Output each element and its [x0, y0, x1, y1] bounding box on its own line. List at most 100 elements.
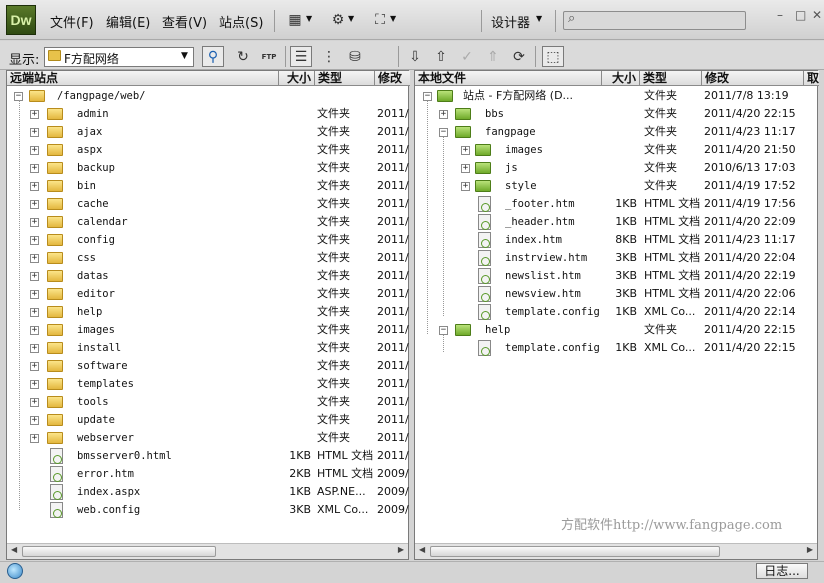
extend-dropdown-arrow-icon[interactable]: ▼	[348, 14, 354, 23]
remote-horizontal-scrollbar[interactable]: ◀ ▶	[7, 543, 408, 559]
remote-site-pane[interactable]: 远端站点 大小 类型 修改 −/fangpage/web/ + admin 文件夹 20…	[6, 70, 410, 560]
expand-icon[interactable]: +	[30, 200, 39, 209]
tree-folder-row[interactable]: + update 文件夹 2011/	[7, 411, 409, 429]
tree-file-row[interactable]: error.htm 2KB HTML 文档 2009/	[7, 465, 409, 483]
layout-icon[interactable]: ▦	[284, 10, 306, 30]
tree-file-row[interactable]: index.aspx 1KB ASP.NE... 2009/	[7, 483, 409, 501]
tree-folder-row[interactable]: + backup 文件夹 2011/	[7, 159, 409, 177]
collapse-icon[interactable]: −	[439, 128, 448, 137]
put-files-icon[interactable]: ⇧	[430, 46, 452, 67]
menu-view[interactable]: 查看(V)	[162, 12, 207, 31]
repository-icon[interactable]: ⛁	[344, 46, 366, 67]
column-header-remote-site[interactable]: 远端站点	[7, 71, 279, 86]
tree-folder-row[interactable]: + editor 文件夹 2011/	[7, 285, 409, 303]
expand-icon[interactable]: +	[30, 398, 39, 407]
expand-icon[interactable]: +	[439, 110, 448, 119]
expand-icon[interactable]: +	[30, 254, 39, 263]
maximize-button[interactable]: □	[795, 8, 806, 22]
search-input[interactable]	[563, 11, 746, 30]
tree-folder-row[interactable]: + datas 文件夹 2011/	[7, 267, 409, 285]
ftp-log-icon[interactable]: FTP	[258, 46, 280, 67]
column-header-size[interactable]: 大小	[602, 71, 640, 86]
check-out-icon[interactable]: ✓	[456, 46, 478, 67]
tree-folder-row[interactable]: + bin 文件夹 2011/	[7, 177, 409, 195]
tree-root-row[interactable]: −/fangpage/web/	[7, 87, 408, 105]
minimize-button[interactable]: –	[777, 8, 783, 22]
scroll-right-arrow-icon[interactable]: ▶	[807, 545, 813, 554]
tree-file-row[interactable]: bmsserver0.html 1KB HTML 文档 2011/	[7, 447, 409, 465]
scroll-left-arrow-icon[interactable]: ◀	[11, 545, 17, 554]
expand-collapse-icon[interactable]: ⬚	[542, 46, 564, 67]
local-folder-row[interactable]: + js 文件夹 2010/6/13 17:03	[415, 159, 817, 177]
expand-icon[interactable]: +	[30, 218, 39, 227]
log-button[interactable]: 日志...	[756, 563, 808, 579]
local-file-row[interactable]: template.config 1KB XML Co... 2011/4/20 22:…	[415, 303, 817, 321]
menu-edit[interactable]: 编辑(E)	[106, 12, 150, 31]
refresh-icon[interactable]: ↻	[232, 46, 254, 67]
local-folder-row[interactable]: − help 文件夹 2011/4/20 22:15	[415, 321, 817, 339]
expand-icon[interactable]: +	[30, 326, 39, 335]
column-header-size[interactable]: 大小	[279, 71, 315, 86]
check-in-icon[interactable]: ⇑	[482, 46, 504, 67]
scroll-right-arrow-icon[interactable]: ▶	[398, 545, 404, 554]
expand-icon[interactable]: +	[30, 380, 39, 389]
local-file-row[interactable]: newslist.htm 3KB HTML 文档 2011/4/20 22:19	[415, 267, 817, 285]
expand-icon[interactable]: +	[30, 362, 39, 371]
tree-folder-row[interactable]: + ajax 文件夹 2011/	[7, 123, 409, 141]
local-file-row[interactable]: newsview.htm 3KB HTML 文档 2011/4/20 22:06	[415, 285, 817, 303]
chevron-down-icon[interactable]: ▼	[181, 51, 188, 61]
menu-site[interactable]: 站点(S)	[219, 12, 263, 31]
local-file-row[interactable]: template.config 1KB XML Co... 2011/4/20 22:…	[415, 339, 817, 357]
expand-icon[interactable]: +	[30, 128, 39, 137]
scrollbar-thumb[interactable]	[22, 546, 216, 557]
expand-icon[interactable]: +	[30, 434, 39, 443]
tree-folder-row[interactable]: + webserver 文件夹 2011/	[7, 429, 409, 447]
expand-icon[interactable]: +	[30, 164, 39, 173]
expand-icon[interactable]: +	[461, 164, 470, 173]
column-header-checked-out[interactable]: 取	[804, 71, 819, 86]
tree-folder-row[interactable]: + css 文件夹 2011/	[7, 249, 409, 267]
extend-gear-icon[interactable]: ⚙	[327, 10, 349, 30]
expand-icon[interactable]: +	[30, 236, 39, 245]
expand-icon[interactable]: +	[30, 182, 39, 191]
expand-icon[interactable]: +	[461, 146, 470, 155]
local-folder-row[interactable]: − 站点 - F方配网络 (D... 文件夹 2011/7/8 13:19	[415, 87, 817, 105]
testing-server-icon[interactable]: ⋮	[318, 46, 340, 67]
tree-folder-row[interactable]: + aspx 文件夹 2011/	[7, 141, 409, 159]
tree-folder-row[interactable]: + templates 文件夹 2011/	[7, 375, 409, 393]
tree-folder-row[interactable]: + images 文件夹 2011/	[7, 321, 409, 339]
collapse-icon[interactable]: −	[423, 92, 432, 101]
site-manager-icon[interactable]: ⛶	[369, 10, 391, 30]
column-header-type[interactable]: 类型	[315, 71, 375, 86]
column-header-local-files[interactable]: 本地文件	[415, 71, 602, 86]
layout-dropdown-arrow-icon[interactable]: ▼	[306, 14, 312, 23]
workspace-dropdown-arrow-icon[interactable]: ▼	[536, 14, 542, 23]
local-file-row[interactable]: instrview.htm 3KB HTML 文档 2011/4/20 22:04	[415, 249, 817, 267]
tree-file-row[interactable]: web.config 3KB XML Co... 2009/	[7, 501, 409, 519]
column-header-type[interactable]: 类型	[640, 71, 702, 86]
local-files-pane[interactable]: 本地文件 大小 类型 修改 取 − 站点 - F方配网络 (D... 文件夹 2011…	[414, 70, 819, 560]
tree-folder-row[interactable]: + help 文件夹 2011/	[7, 303, 409, 321]
menu-file[interactable]: 文件(F)	[50, 12, 94, 31]
connect-icon[interactable]: ⚲	[202, 46, 224, 67]
local-file-row[interactable]: _footer.htm 1KB HTML 文档 2011/4/19 17:56	[415, 195, 817, 213]
local-folder-row[interactable]: + style 文件夹 2011/4/19 17:52	[415, 177, 817, 195]
expand-icon[interactable]: +	[461, 182, 470, 191]
expand-icon[interactable]: +	[30, 416, 39, 425]
expand-icon[interactable]: +	[30, 308, 39, 317]
site-files-icon[interactable]: ☰	[290, 46, 312, 67]
expand-icon[interactable]: +	[30, 290, 39, 299]
local-horizontal-scrollbar[interactable]: ◀ ▶	[415, 543, 817, 559]
local-file-row[interactable]: index.htm 8KB HTML 文档 2011/4/23 11:17	[415, 231, 817, 249]
scroll-left-arrow-icon[interactable]: ◀	[419, 545, 425, 554]
collapse-icon[interactable]: −	[439, 326, 448, 335]
tree-folder-row[interactable]: + admin 文件夹 2011/	[7, 105, 409, 123]
tree-folder-row[interactable]: + tools 文件夹 2011/	[7, 393, 409, 411]
close-button[interactable]: ✕	[812, 8, 822, 22]
synchronize-icon[interactable]: ⟳	[508, 46, 530, 67]
expand-icon[interactable]: +	[30, 344, 39, 353]
local-folder-row[interactable]: + bbs 文件夹 2011/4/20 22:15	[415, 105, 817, 123]
site-dropdown-arrow-icon[interactable]: ▼	[390, 14, 396, 23]
tree-folder-row[interactable]: + calendar 文件夹 2011/	[7, 213, 409, 231]
workspace-switcher[interactable]: 设计器	[491, 12, 530, 31]
